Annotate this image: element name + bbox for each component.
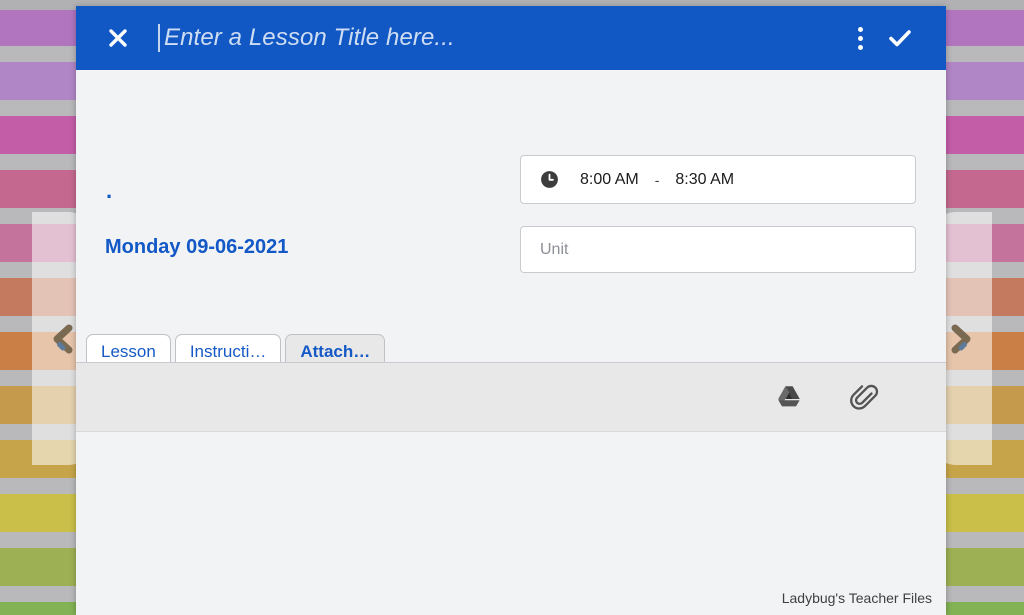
chevron-left-icon (46, 322, 80, 356)
overflow-menu-button[interactable] (840, 18, 880, 58)
attach-file-button[interactable] (848, 380, 882, 414)
paperclip-icon (850, 384, 879, 410)
lesson-title-input[interactable]: Enter a Lesson Title here... (138, 16, 840, 60)
unit-placeholder: Unit (540, 240, 569, 258)
attach-google-drive-button[interactable] (772, 380, 806, 414)
lesson-time-field[interactable]: 8:00 AM - 8:30 AM (520, 155, 916, 204)
attachment-list-pane[interactable] (76, 432, 946, 615)
attachment-toolbar (76, 362, 946, 432)
lesson-date: Monday 09-06-2021 (105, 236, 289, 258)
chevron-right-icon (944, 322, 978, 356)
time-range-separator: - (654, 171, 660, 188)
tab-lesson-label: Lesson (101, 341, 156, 361)
watermark-label: Ladybug's Teacher Files (781, 590, 932, 606)
lesson-start-time: 8:00 AM (580, 170, 639, 188)
lesson-end-time: 8:30 AM (675, 170, 735, 188)
clock-icon (540, 170, 559, 189)
lesson-bullet: . (106, 178, 113, 203)
google-drive-icon (778, 386, 800, 407)
lesson-editor-dialog: Enter a Lesson Title here... . Monday 09… (76, 6, 946, 615)
lesson-title-placeholder: Enter a Lesson Title here... (164, 24, 455, 51)
close-icon (109, 29, 127, 47)
text-caret (158, 24, 160, 52)
kebab-menu-icon (857, 26, 863, 50)
lesson-meta-row: . Monday 09-06-2021 8:00 AM - 8:30 AM Un… (76, 70, 946, 282)
confirm-save-button[interactable] (880, 18, 920, 58)
close-button[interactable] (98, 18, 138, 58)
tab-instructions-label: Instructi… (189, 341, 267, 361)
dialog-body: . Monday 09-06-2021 8:00 AM - 8:30 AM Un… (76, 70, 946, 615)
dialog-titlebar: Enter a Lesson Title here... (76, 6, 946, 70)
tab-attachments-label: Attach… (300, 341, 371, 361)
unit-input[interactable]: Unit (520, 226, 916, 273)
checkmark-icon (889, 30, 911, 47)
